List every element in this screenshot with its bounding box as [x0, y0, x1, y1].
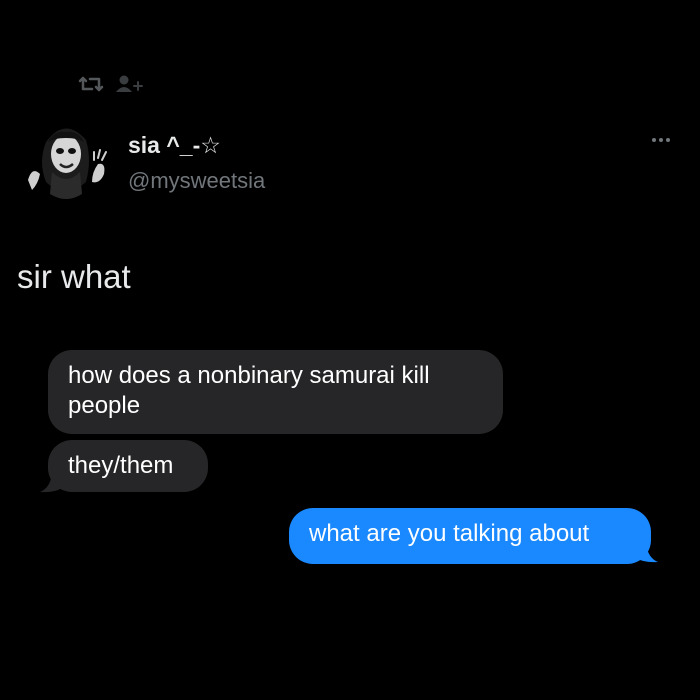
- more-horizontal-icon[interactable]: [652, 138, 670, 142]
- message-bubble-incoming: they/them: [48, 440, 208, 492]
- avatar[interactable]: [18, 112, 112, 208]
- person-icon: [116, 75, 143, 92]
- tweet-text: sir what: [17, 258, 131, 295]
- handle[interactable]: @mysweetsia: [128, 168, 265, 194]
- message-bubble-incoming: how does a nonbinary samurai kill people: [48, 350, 503, 434]
- retweet-row: [78, 74, 146, 94]
- bubble-tail-incoming: [40, 470, 62, 493]
- message-bubble-outgoing: what are you talking about: [289, 508, 651, 564]
- retweet-icon[interactable]: [78, 74, 104, 94]
- bubble-tail-outgoing: [636, 540, 658, 563]
- display-name[interactable]: sia ^_-☆: [128, 132, 221, 159]
